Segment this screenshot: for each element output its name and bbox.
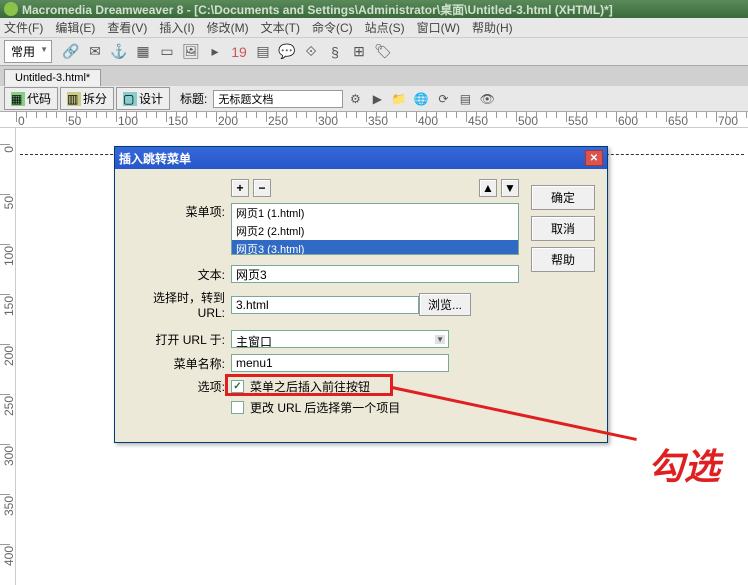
menu-edit[interactable]: 编辑(E) [55,19,95,36]
browser-check-icon[interactable]: ⚙ [345,89,365,109]
menu-modify[interactable]: 修改(M) [207,19,249,36]
jump-menu-dialog: 插入跳转菜单 ✕ + − ▲ ▼ 菜单项: [114,146,608,443]
menu-name-input[interactable] [231,354,449,372]
image-icon[interactable]: 🖼 [180,41,202,63]
list-item[interactable]: 网页1 (1.html) [232,204,518,222]
annotation-box [225,374,393,396]
app-title: Macromedia Dreamweaver 8 - [C:\Documents… [22,1,613,18]
app-titlebar: Macromedia Dreamweaver 8 - [C:\Documents… [0,0,748,18]
menu-view[interactable]: 查看(V) [107,19,147,36]
menu-help[interactable]: 帮助(H) [472,19,513,36]
open-in-select[interactable]: 主窗口 [231,330,449,348]
list-item[interactable]: 网页2 (2.html) [232,222,518,240]
cancel-button[interactable]: 取消 [531,216,595,241]
menu-commands[interactable]: 命令(C) [312,19,353,36]
server-include-icon[interactable]: ▤ [252,41,274,63]
preview-icon[interactable]: 🌐 [411,89,431,109]
annotation-text: 勾选 [648,438,720,490]
select-first-after-change-label: 更改 URL 后选择第一个项目 [250,399,400,416]
document-tabbar: Untitled-3.html* [0,66,748,86]
menu-window[interactable]: 窗口(W) [417,19,460,36]
title-label: 标题: [180,90,207,107]
menu-site[interactable]: 站点(S) [365,19,405,36]
dialog-titlebar: 插入跳转菜单 ✕ [115,147,607,169]
media-icon[interactable]: ▸ [204,41,226,63]
document-tab[interactable]: Untitled-3.html* [4,69,101,86]
list-item[interactable]: 网页3 (3.html) [232,240,518,255]
templates-icon[interactable]: ⊞ [348,41,370,63]
div-icon[interactable]: ▭ [156,41,178,63]
title-input[interactable] [213,90,343,108]
hyperlink-icon[interactable]: 🔗 [60,41,82,63]
menu-items-label: 菜单项: [127,203,231,220]
move-up-button[interactable]: ▲ [479,179,497,197]
remove-item-button[interactable]: − [253,179,271,197]
help-button[interactable]: 帮助 [531,247,595,272]
select-first-after-change-checkbox[interactable] [231,401,244,414]
anchor-icon[interactable]: ⚓ [108,41,130,63]
split-view-button[interactable]: ▥拆分 [60,87,114,110]
menu-name-label: 菜单名称: [127,355,231,372]
menu-items-listbox[interactable]: 网页1 (1.html)网页2 (2.html)网页3 (3.html) [231,203,519,255]
browse-button[interactable]: 浏览... [419,293,471,316]
open-in-label: 打开 URL 于: [127,331,231,348]
email-link-icon[interactable]: ✉ [84,41,106,63]
design-view-button[interactable]: ▢设计 [116,87,170,110]
file-mgmt-icon[interactable]: 📁 [389,89,409,109]
menu-insert[interactable]: 插入(I) [159,19,194,36]
document-toolbar: ▦代码 ▥拆分 ▢设计 标题: ⚙ ▶ 📁 🌐 ⟳ ▤ 👁 [0,86,748,112]
menu-text[interactable]: 文本(T) [261,19,300,36]
menu-file[interactable]: 文件(F) [4,19,43,36]
table-icon[interactable]: ▦ [132,41,154,63]
url-label: 选择时，转到 URL: [127,289,231,320]
options-label: 选项: [127,378,231,395]
head-icon[interactable]: ⟐ [300,41,322,63]
refresh-icon[interactable]: ⟳ [433,89,453,109]
close-icon[interactable]: ✕ [585,150,603,166]
code-view-button[interactable]: ▦代码 [4,87,58,110]
script-icon[interactable]: § [324,41,346,63]
view-options-icon[interactable]: ▤ [455,89,475,109]
tag-chooser-icon[interactable]: 🏷 [372,41,394,63]
menubar: 文件(F) 编辑(E) 查看(V) 插入(I) 修改(M) 文本(T) 命令(C… [0,18,748,38]
text-input[interactable] [231,265,519,283]
add-item-button[interactable]: + [231,179,249,197]
validate-icon[interactable]: ▶ [367,89,387,109]
vertical-ruler: 050100150200250300350400 [0,128,16,585]
text-label: 文本: [127,266,231,283]
visual-aids-icon[interactable]: 👁 [477,89,497,109]
url-input[interactable] [231,296,419,314]
move-down-button[interactable]: ▼ [501,179,519,197]
insert-category-dropdown[interactable]: 常用 [4,40,52,63]
horizontal-ruler: 0501001502002503003504004505005506006507… [0,112,748,128]
comment-icon[interactable]: 💬 [276,41,298,63]
insert-toolbar: 常用 🔗 ✉ ⚓ ▦ ▭ 🖼 ▸ 19 ▤ 💬 ⟐ § ⊞ 🏷 [0,38,748,66]
date-icon[interactable]: 19 [228,41,250,63]
dialog-title: 插入跳转菜单 [119,150,191,167]
ok-button[interactable]: 确定 [531,185,595,210]
app-icon [4,2,18,16]
